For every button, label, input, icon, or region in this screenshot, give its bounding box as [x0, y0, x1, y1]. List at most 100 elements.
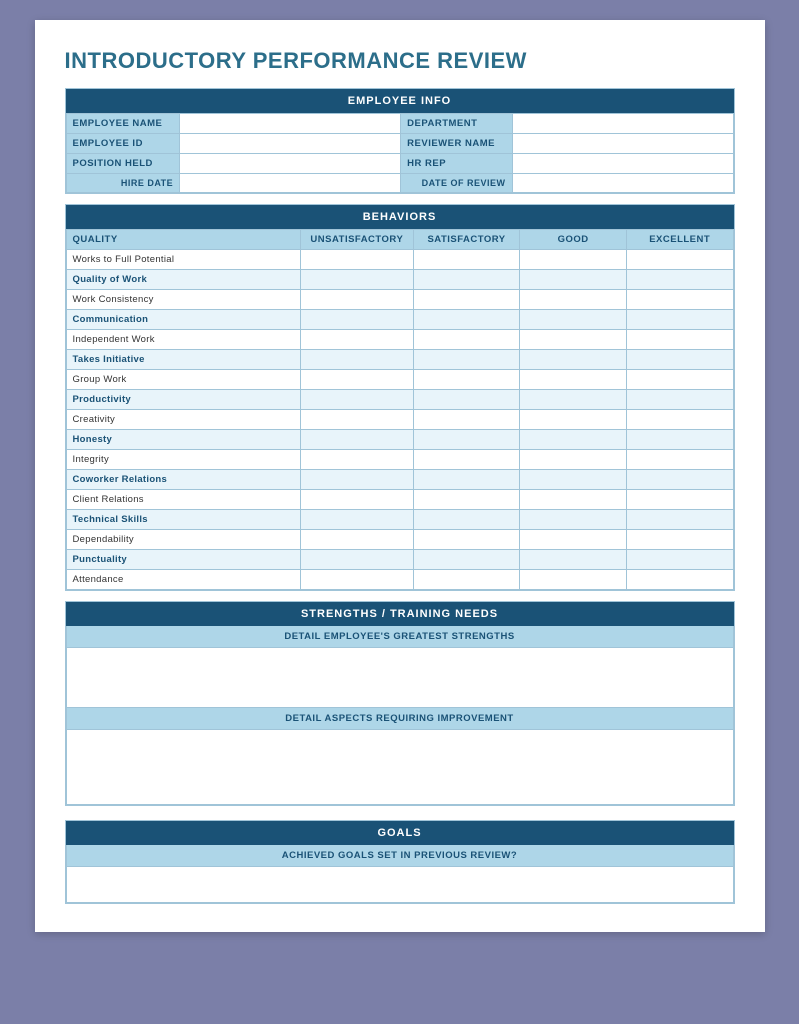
behavior-row: Works to Full Potential: [66, 250, 733, 270]
rating-cell[interactable]: [626, 310, 733, 330]
rating-cell[interactable]: [413, 390, 520, 410]
improvement-label: DETAIL ASPECTS REQUIRING IMPROVEMENT: [66, 708, 734, 730]
rating-cell[interactable]: [520, 390, 627, 410]
rating-cell[interactable]: [520, 510, 627, 530]
rating-cell[interactable]: [413, 430, 520, 450]
rating-cell[interactable]: [520, 490, 627, 510]
position-held-value[interactable]: [180, 154, 401, 174]
rating-cell[interactable]: [300, 250, 413, 270]
hr-rep-value[interactable]: [512, 154, 733, 174]
rating-cell[interactable]: [300, 510, 413, 530]
rating-cell[interactable]: [626, 290, 733, 310]
rating-cell[interactable]: [520, 550, 627, 570]
rating-cell[interactable]: [626, 470, 733, 490]
rating-cell[interactable]: [413, 330, 520, 350]
rating-cell[interactable]: [626, 330, 733, 350]
rating-cell[interactable]: [300, 470, 413, 490]
reviewer-name-value[interactable]: [512, 134, 733, 154]
rating-cell[interactable]: [300, 350, 413, 370]
rating-cell[interactable]: [413, 370, 520, 390]
rating-cell[interactable]: [413, 310, 520, 330]
info-row-3: POSITION HELD HR REP: [66, 154, 733, 174]
rating-cell[interactable]: [413, 450, 520, 470]
behavior-label: Honesty: [66, 430, 300, 450]
rating-cell[interactable]: [413, 510, 520, 530]
rating-cell[interactable]: [626, 430, 733, 450]
rating-cell[interactable]: [413, 550, 520, 570]
rating-cell[interactable]: [413, 490, 520, 510]
rating-cell[interactable]: [300, 450, 413, 470]
behavior-label: Punctuality: [66, 550, 300, 570]
rating-cell[interactable]: [413, 410, 520, 430]
behavior-label: Works to Full Potential: [66, 250, 300, 270]
behavior-label: Attendance: [66, 570, 300, 590]
rating-cell[interactable]: [413, 290, 520, 310]
achieved-goals-text-area[interactable]: [66, 867, 734, 903]
rating-cell[interactable]: [626, 450, 733, 470]
rating-cell[interactable]: [300, 310, 413, 330]
rating-cell[interactable]: [413, 530, 520, 550]
rating-cell[interactable]: [520, 250, 627, 270]
rating-cell[interactable]: [300, 290, 413, 310]
rating-cell[interactable]: [520, 570, 627, 590]
rating-cell[interactable]: [300, 430, 413, 450]
rating-cell[interactable]: [520, 450, 627, 470]
employee-name-value[interactable]: [180, 114, 401, 134]
achieved-goals-label: ACHIEVED GOALS SET IN PREVIOUS REVIEW?: [66, 845, 734, 867]
rating-cell[interactable]: [626, 350, 733, 370]
behavior-label: Takes Initiative: [66, 350, 300, 370]
rating-cell[interactable]: [300, 570, 413, 590]
rating-cell[interactable]: [413, 470, 520, 490]
hire-date-row: HIRE DATE DATE OF REVIEW: [66, 174, 733, 193]
strengths-text-area[interactable]: [66, 648, 734, 708]
rating-cell[interactable]: [626, 510, 733, 530]
behavior-row: Honesty: [66, 430, 733, 450]
hire-date-value[interactable]: [180, 174, 401, 193]
behaviors-col-headers: QUALITY UNSATISFACTORY SATISFACTORY GOOD…: [66, 230, 733, 250]
rating-cell[interactable]: [413, 570, 520, 590]
behavior-row: Independent Work: [66, 330, 733, 350]
rating-cell[interactable]: [626, 490, 733, 510]
rating-cell[interactable]: [520, 290, 627, 310]
rating-cell[interactable]: [300, 270, 413, 290]
rating-cell[interactable]: [626, 570, 733, 590]
rating-cell[interactable]: [300, 330, 413, 350]
rating-cell[interactable]: [520, 270, 627, 290]
behavior-label: Technical Skills: [66, 510, 300, 530]
rating-cell[interactable]: [300, 550, 413, 570]
rating-cell[interactable]: [520, 530, 627, 550]
behaviors-section: BEHAVIORS QUALITY UNSATISFACTORY SATISFA…: [65, 204, 735, 591]
rating-cell[interactable]: [626, 390, 733, 410]
rating-cell[interactable]: [520, 470, 627, 490]
rating-cell[interactable]: [300, 410, 413, 430]
rating-cell[interactable]: [626, 370, 733, 390]
rating-cell[interactable]: [300, 530, 413, 550]
rating-cell[interactable]: [626, 250, 733, 270]
rating-cell[interactable]: [626, 550, 733, 570]
rating-cell[interactable]: [413, 250, 520, 270]
position-held-label: POSITION HELD: [66, 154, 180, 174]
behavior-label: Creativity: [66, 410, 300, 430]
rating-cell[interactable]: [520, 430, 627, 450]
date-of-review-label: DATE OF REVIEW: [401, 174, 512, 193]
rating-cell[interactable]: [520, 310, 627, 330]
rating-cell[interactable]: [520, 370, 627, 390]
rating-cell[interactable]: [626, 410, 733, 430]
rating-cell[interactable]: [626, 530, 733, 550]
behavior-row: Creativity: [66, 410, 733, 430]
rating-cell[interactable]: [413, 350, 520, 370]
rating-cell[interactable]: [520, 330, 627, 350]
rating-cell[interactable]: [413, 270, 520, 290]
rating-cell[interactable]: [300, 490, 413, 510]
employee-id-value[interactable]: [180, 134, 401, 154]
department-value[interactable]: [512, 114, 733, 134]
info-row-2: EMPLOYEE ID REVIEWER NAME: [66, 134, 733, 154]
improvement-text-area[interactable]: [66, 730, 734, 805]
rating-cell[interactable]: [300, 390, 413, 410]
employee-name-label: EMPLOYEE NAME: [66, 114, 180, 134]
rating-cell[interactable]: [300, 370, 413, 390]
rating-cell[interactable]: [520, 410, 627, 430]
rating-cell[interactable]: [626, 270, 733, 290]
rating-cell[interactable]: [520, 350, 627, 370]
date-of-review-value[interactable]: [512, 174, 733, 193]
